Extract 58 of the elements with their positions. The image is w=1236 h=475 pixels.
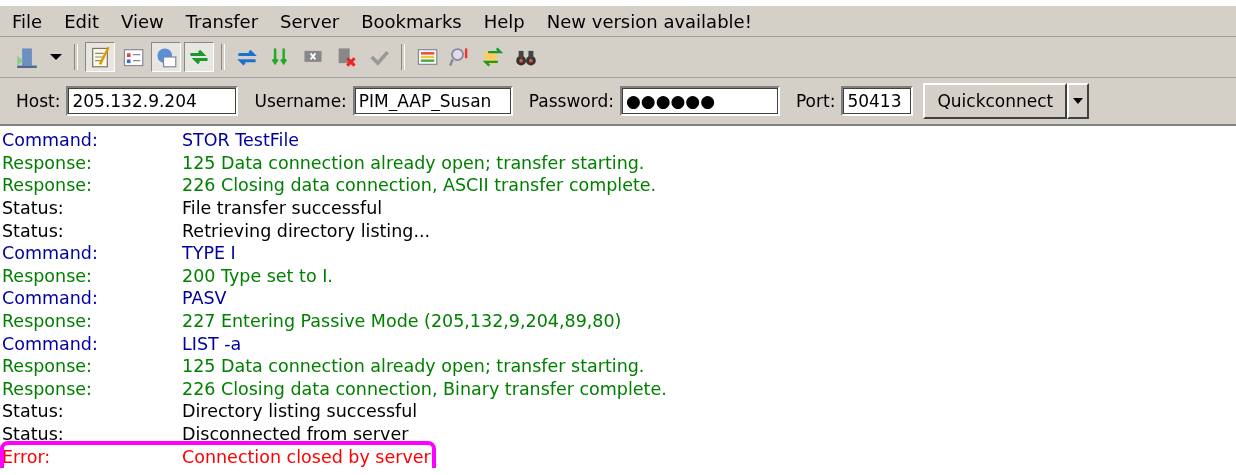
- port-field[interactable]: 50413: [841, 86, 914, 116]
- quickconnect-button[interactable]: Quickconnect: [923, 83, 1068, 119]
- notepad-icon: [89, 46, 111, 68]
- log-label: Command:: [2, 130, 99, 151]
- menu-item[interactable]: View: [111, 10, 176, 32]
- log-label: Response:: [2, 356, 93, 377]
- filter-icon: [416, 46, 438, 68]
- log-message: LIST -a: [182, 333, 242, 354]
- log-label: Error:: [2, 446, 52, 467]
- caret-icon: [50, 54, 62, 60]
- log-message: TYPE I: [182, 243, 236, 264]
- log-message: 226 Closing data connection, ASCII transfer complete.: [182, 175, 657, 196]
- toolbar-button[interactable]: [184, 42, 214, 72]
- log-label: Status:: [2, 220, 65, 241]
- toolbar-button[interactable]: [85, 42, 115, 72]
- menu-item[interactable]: Bookmarks: [351, 10, 474, 32]
- menu-item[interactable]: Transfer: [175, 10, 271, 32]
- log-message: 227 Entering Passive Mode (205,132,9,204,89,80): [182, 311, 622, 332]
- server-icon: [16, 46, 38, 68]
- log-label: Response:: [2, 152, 93, 173]
- menu-item[interactable]: File: [2, 10, 55, 32]
- log-message: PASV: [182, 288, 227, 309]
- field-label: Username:: [254, 91, 347, 111]
- dropdown-button[interactable]: [1067, 83, 1090, 119]
- log-message: Retrieving directory listing...: [182, 220, 431, 241]
- log-message: Connection closed by server: [182, 446, 431, 467]
- log-label: Command:: [2, 288, 99, 309]
- password-field[interactable]: ●●●●●●: [619, 86, 780, 116]
- globe-icon: [155, 46, 177, 68]
- log-label: Status:: [2, 198, 65, 219]
- log-label: Command:: [2, 333, 99, 354]
- log-label: Response:: [2, 175, 93, 196]
- log-message: 125 Data connection already open; transfer starting.: [182, 356, 645, 377]
- sync-arrows-icon: [482, 46, 504, 68]
- host-field[interactable]: 205.132.9.204: [66, 86, 239, 116]
- log-message: Disconnected from server: [182, 424, 409, 444]
- menu-item[interactable]: Server: [270, 10, 352, 32]
- log-label: Status:: [2, 424, 65, 444]
- log-message: STOR TestFile: [182, 130, 300, 151]
- field-label: Host:: [16, 91, 61, 111]
- field-label: Password:: [528, 91, 614, 111]
- field-label: Port:: [795, 91, 836, 111]
- menu-item[interactable]: Edit: [54, 10, 111, 32]
- log-message: File transfer successful: [182, 198, 383, 219]
- log-message: 200 Type set to I.: [182, 265, 333, 286]
- log-label: Status:: [2, 401, 65, 422]
- log-label: Response:: [2, 378, 93, 399]
- log-label: Response:: [2, 311, 93, 332]
- menu-item[interactable]: New version available!: [536, 10, 764, 32]
- caret-icon: [1073, 98, 1084, 104]
- username-field[interactable]: PIM_AAP_Susan: [352, 86, 513, 116]
- log-message: 226 Closing data connection, Binary transfer complete.: [182, 378, 667, 399]
- tree-view-icon: [122, 46, 144, 68]
- log-message: 125 Data connection already open; transfer starting.: [182, 152, 645, 173]
- log-label: Response:: [2, 265, 93, 286]
- log-label: Command:: [2, 243, 99, 264]
- menu-item[interactable]: Help: [473, 10, 537, 32]
- log-message: Directory listing successful: [182, 401, 418, 422]
